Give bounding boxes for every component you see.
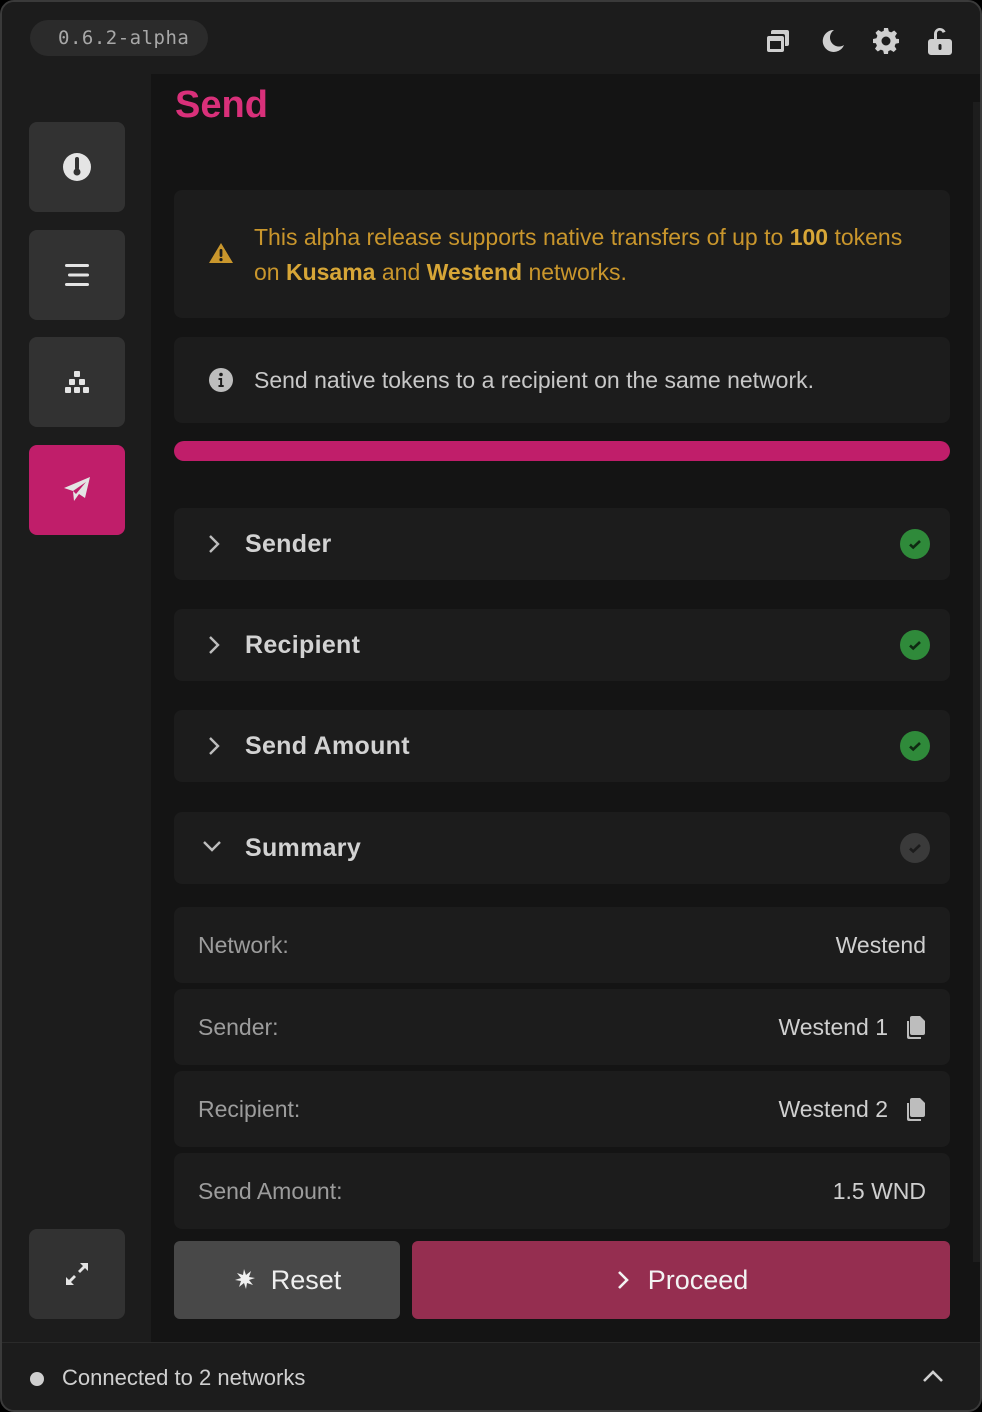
chevron-down-icon: [200, 834, 224, 863]
info-text: Send native tokens to a recipient on the…: [254, 367, 814, 393]
chevron-right-icon: [204, 734, 224, 763]
section-send-amount[interactable]: Send Amount: [174, 710, 950, 782]
burst-icon: [234, 1269, 255, 1289]
section-summary[interactable]: Summary: [174, 812, 950, 884]
reset-button[interactable]: Reset: [174, 1241, 400, 1319]
unlock-icon[interactable]: [926, 26, 954, 56]
summary-value: Westend 2: [778, 1071, 926, 1147]
progress-bar: [174, 441, 950, 461]
summary-value: 1.5 WND: [832, 1178, 926, 1204]
info-icon: [208, 367, 234, 398]
moon-icon[interactable]: [818, 26, 846, 56]
copy-icon[interactable]: [906, 1015, 926, 1039]
summary-label: Sender:: [198, 1014, 279, 1040]
network-icon: [65, 371, 89, 393]
section-label: Sender: [245, 530, 332, 558]
summary-row-network: Network: Westend: [174, 907, 950, 983]
chevron-right-icon: [204, 633, 224, 662]
section-recipient[interactable]: Recipient: [174, 609, 950, 681]
summary-label: Network:: [198, 932, 289, 958]
sidebar-item-overview[interactable]: [29, 122, 125, 212]
scrollbar[interactable]: [973, 102, 980, 1262]
section-sender[interactable]: Sender: [174, 508, 950, 580]
summary-row-send-amount: Send Amount: 1.5 WND: [174, 1153, 950, 1229]
main-content: Send This alpha release supports native …: [151, 74, 980, 1342]
check-circle-icon: [900, 529, 930, 559]
summary-row-sender: Sender: Westend 1: [174, 989, 950, 1065]
expand-icon: [66, 1263, 88, 1285]
chevron-right-icon: [204, 532, 224, 561]
info-banner: Send native tokens to a recipient on the…: [174, 337, 950, 423]
summary-label: Recipient:: [198, 1096, 301, 1122]
status-bar: Connected to 2 networks: [2, 1342, 980, 1410]
thermometer-icon: [63, 153, 91, 181]
proceed-label: Proceed: [647, 1264, 749, 1295]
app-window: 0.6.2-alpha Send This alpha release supp…: [0, 0, 982, 1412]
gear-icon[interactable]: [872, 26, 900, 56]
page-title: Send: [175, 84, 268, 126]
summary-row-recipient: Recipient: Westend 2: [174, 1071, 950, 1147]
chevron-up-icon[interactable]: [920, 1367, 946, 1392]
copy-icon[interactable]: [906, 1097, 926, 1121]
warning-banner: This alpha release supports native trans…: [174, 190, 950, 318]
section-label: Summary: [245, 834, 362, 862]
check-circle-icon: [900, 731, 930, 761]
warning-icon: [208, 242, 234, 269]
paper-plane-icon: [64, 477, 90, 501]
chevron-right-icon: [617, 1271, 629, 1289]
top-bar: 0.6.2-alpha: [2, 2, 980, 74]
summary-label: Send Amount:: [198, 1178, 343, 1204]
windows-icon[interactable]: [764, 26, 792, 56]
expand-button[interactable]: [29, 1229, 125, 1319]
check-circle-icon: [900, 630, 930, 660]
summary-value: Westend: [835, 932, 926, 958]
sidebar-item-list[interactable]: [29, 230, 125, 320]
check-circle-icon: [900, 833, 930, 863]
summary-value: Westend 1: [778, 989, 926, 1065]
status-dot: [30, 1372, 44, 1386]
warning-text: This alpha release supports native trans…: [254, 224, 903, 285]
section-label: Recipient: [245, 631, 361, 659]
sidebar-item-network[interactable]: [29, 337, 125, 427]
sidebar-item-send[interactable]: [29, 445, 125, 535]
reset-label: Reset: [270, 1264, 342, 1295]
proceed-button[interactable]: Proceed: [412, 1241, 950, 1319]
sidebar: [2, 74, 151, 1342]
top-toolbar: [764, 26, 954, 56]
version-badge: 0.6.2-alpha: [30, 20, 208, 56]
menu-lines-icon: [65, 264, 89, 286]
section-label: Send Amount: [245, 732, 410, 760]
connection-status: Connected to 2 networks: [62, 1365, 306, 1390]
